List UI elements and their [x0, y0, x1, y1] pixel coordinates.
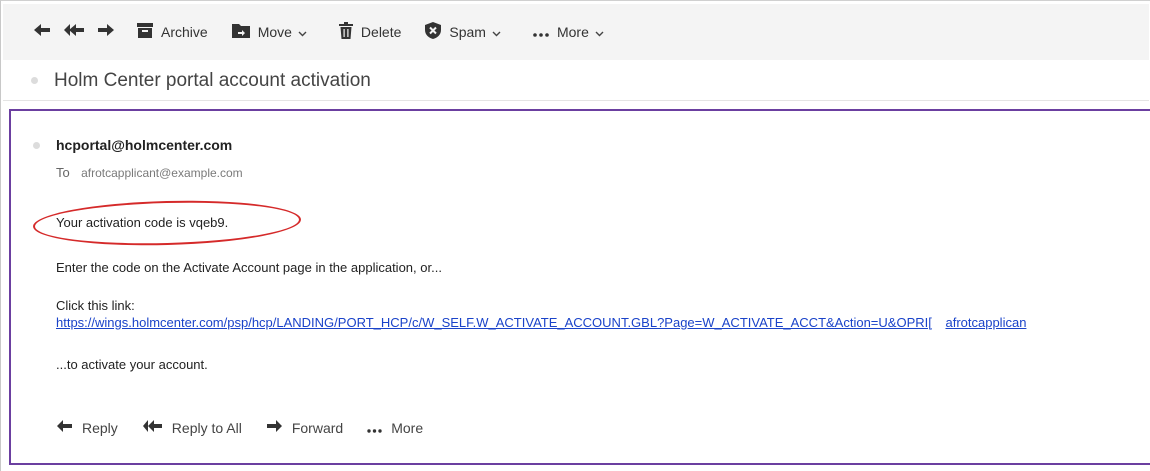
annotation-ellipse — [32, 197, 302, 249]
move-button[interactable]: Move — [231, 23, 315, 41]
move-icon — [231, 23, 258, 41]
sender-address[interactable]: hcportal@holmcenter.com — [56, 137, 232, 153]
archive-label: Archive — [161, 24, 208, 40]
reply-all-icon — [142, 419, 172, 436]
reading-pane: Archive Move Delete Spam More Holm Cente… — [0, 0, 1150, 471]
chevron-down-icon — [492, 24, 509, 40]
more-icon — [367, 420, 391, 436]
unread-dot-icon — [31, 77, 38, 84]
subject-row: Holm Center portal account activation — [3, 61, 1149, 101]
subject-title: Holm Center portal account activation — [54, 69, 371, 91]
reply-all-action-button[interactable]: Reply to All — [142, 419, 242, 436]
reply-label: Reply — [82, 419, 118, 436]
more-action-label: More — [391, 419, 424, 436]
activation-link-row: https://wings.holmcenter.com/psp/hcp/LAN… — [56, 315, 1026, 330]
reply-action-button[interactable]: Reply — [56, 419, 118, 436]
activation-link-tail[interactable]: afrotcapplican — [945, 315, 1026, 330]
to-label: To — [56, 165, 70, 180]
forward-icon[interactable] — [97, 22, 115, 43]
move-label: Move — [257, 24, 292, 40]
activation-link[interactable]: https://wings.holmcenter.com/psp/hcp/LAN… — [56, 315, 932, 330]
reply-all-label: Reply to All — [171, 419, 242, 436]
sender-row: hcportal@holmcenter.com — [33, 137, 232, 153]
recipient-address[interactable]: afrotcapplicant@example.com — [81, 166, 243, 180]
chevron-down-icon — [595, 24, 612, 40]
message-panel: hcportal@holmcenter.com To afrotcapplica… — [9, 109, 1150, 465]
delete-button[interactable]: Delete — [338, 22, 402, 42]
reply-icon — [56, 419, 82, 436]
toolbar-nav — [33, 22, 115, 43]
spam-label: Spam — [449, 24, 486, 40]
forward-action-button[interactable]: Forward — [266, 419, 343, 436]
more-action-button[interactable]: More — [367, 420, 423, 436]
forward-icon — [266, 419, 292, 436]
recipient-row: To afrotcapplicant@example.com — [56, 165, 243, 180]
archive-button[interactable]: Archive — [137, 23, 208, 41]
spam-button[interactable]: Spam — [425, 22, 509, 42]
more-label: More — [556, 24, 589, 40]
delete-icon — [338, 22, 361, 42]
spam-icon — [425, 22, 449, 42]
message-actions: Reply Reply to All Forward More — [56, 419, 447, 436]
chevron-down-icon — [298, 24, 315, 40]
delete-label: Delete — [360, 24, 402, 40]
closing-line: ...to activate your account. — [56, 357, 208, 372]
more-icon — [533, 24, 557, 40]
reply-icon[interactable] — [33, 22, 51, 43]
sender-dot-icon — [33, 141, 40, 149]
more-button[interactable]: More — [533, 24, 612, 40]
reply-all-icon[interactable] — [63, 22, 85, 43]
instruction-line: Enter the code on the Activate Account p… — [56, 260, 442, 275]
archive-icon — [137, 23, 161, 41]
click-link-label: Click this link: — [56, 298, 135, 313]
forward-label: Forward — [291, 419, 344, 436]
toolbar: Archive Move Delete Spam More — [3, 4, 1149, 60]
